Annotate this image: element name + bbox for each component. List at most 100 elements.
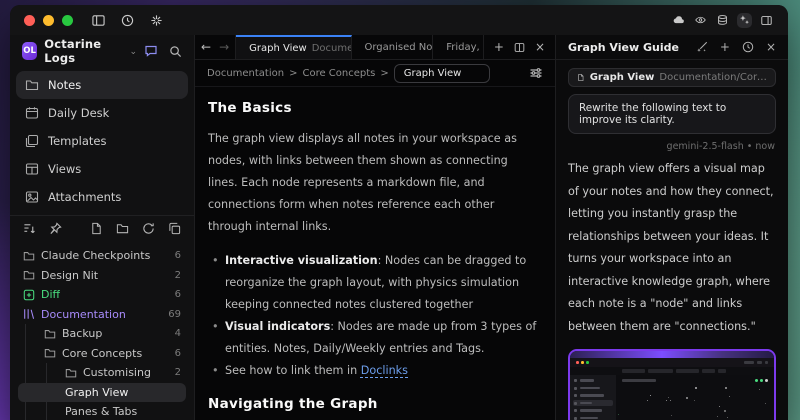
tree-item-backup[interactable]: Backup 4: [18, 324, 186, 344]
file-toolbar: [10, 215, 194, 241]
breadcrumb-part[interactable]: Core Concepts: [302, 68, 375, 79]
tree-item-documentation[interactable]: Documentation 69: [18, 305, 186, 325]
folder-icon: [65, 367, 77, 379]
split-pane-icon[interactable]: [514, 42, 525, 53]
database-icon[interactable]: [715, 13, 730, 28]
forward-icon[interactable]: →: [219, 40, 229, 54]
search-icon[interactable]: [169, 45, 182, 58]
nav-label: Daily Desk: [48, 106, 109, 120]
list-item: Interactive visualization: Nodes can be …: [208, 250, 537, 316]
nav-label: Views: [48, 162, 81, 176]
context-chip[interactable]: Graph View Documentation/Core Concepts: [568, 68, 776, 87]
close-panel-icon[interactable]: ×: [766, 40, 776, 54]
eye-icon[interactable]: [693, 13, 708, 28]
tree-count: 69: [168, 309, 181, 320]
file-icon: [577, 72, 585, 83]
new-folder-icon[interactable]: [116, 222, 129, 235]
ai-assistant-icon[interactable]: [737, 13, 752, 28]
video-mini-tabbar: [570, 367, 774, 375]
bullet-list: Interactive visualization: Nodes can be …: [208, 250, 537, 382]
tree-count: 2: [175, 367, 181, 378]
ai-panel-header: Graph View Guide + ×: [556, 35, 788, 60]
titlebar: [10, 5, 788, 35]
tree-label: Claude Checkpoints: [41, 249, 150, 262]
tree-item-customising[interactable]: Customising 2: [18, 363, 186, 383]
clock-icon[interactable]: [120, 13, 135, 28]
sidebar-item-templates[interactable]: Templates: [16, 127, 188, 155]
close-window-button[interactable]: [24, 15, 35, 26]
diff-icon: [23, 289, 35, 301]
sync-icon[interactable]: [142, 222, 155, 235]
right-panel-toggle-icon[interactable]: [759, 13, 774, 28]
calendar-icon: [25, 106, 39, 120]
new-file-icon[interactable]: [90, 222, 103, 235]
tab-organised-notes[interactable]: Organised Notes ×: [352, 35, 434, 59]
sidebar-item-notes[interactable]: Notes: [16, 71, 188, 99]
sort-icon[interactable]: [23, 222, 36, 235]
new-tab-icon[interactable]: +: [494, 40, 504, 54]
sparkle-wand-icon[interactable]: [696, 41, 708, 53]
sidebar-nav: Notes Daily Desk Templates Views Attachm…: [10, 65, 194, 215]
image-icon: [25, 190, 39, 204]
back-icon[interactable]: ←: [201, 40, 211, 54]
list-item: See how to link them in Doclinks: [208, 360, 537, 382]
sidebar-item-daily-desk[interactable]: Daily Desk: [16, 99, 188, 127]
tree-count: 6: [175, 348, 181, 359]
ai-panel-title: Graph View Guide: [568, 41, 679, 54]
tree-item-diff[interactable]: Diff 6: [18, 285, 186, 305]
ai-response: The graph view offers a visual map of yo…: [568, 158, 776, 338]
new-chat-icon[interactable]: +: [720, 40, 730, 54]
note-title-input[interactable]: [394, 64, 490, 83]
nav-label: Attachments: [48, 190, 121, 204]
app-window: OL Octarine Logs ⌄ Notes: [10, 5, 788, 420]
graph-nodes: [616, 375, 774, 420]
tab-bar: ← → Graph View Documentation × Organised…: [195, 35, 555, 60]
sidebar-item-attachments[interactable]: Attachments: [16, 183, 188, 211]
context-chip-path: Documentation/Core Concepts: [659, 72, 767, 83]
close-pane-icon[interactable]: ×: [535, 40, 545, 54]
tree-label: Panes & Tabs: [65, 405, 137, 418]
sidebar-toggle-icon[interactable]: [91, 13, 106, 28]
breadcrumb-separator: >: [289, 68, 297, 79]
workspace-switcher[interactable]: OL Octarine Logs ⌄: [10, 37, 194, 65]
tree-item-graph-view[interactable]: Graph View: [18, 383, 186, 403]
note-content[interactable]: The Basics The graph view displays all n…: [195, 87, 555, 420]
tree-count: 6: [175, 289, 181, 300]
folder-icon: [23, 269, 35, 281]
chat-icon[interactable]: [144, 44, 158, 58]
video-preview[interactable]: [568, 349, 776, 420]
tree-item-core-concepts[interactable]: Core Concepts 6: [18, 344, 186, 364]
sidebar-item-views[interactable]: Views: [16, 155, 188, 183]
video-mini-titlebar: [570, 358, 774, 367]
maximize-window-button[interactable]: [62, 15, 73, 26]
tab-title: Friday, D: [446, 42, 484, 53]
tree-item-design-nit[interactable]: Design Nit 2: [18, 266, 186, 286]
doclinks-link[interactable]: Doclinks: [361, 364, 408, 377]
duplicate-icon[interactable]: [168, 222, 181, 235]
tree-label: Backup: [62, 327, 102, 340]
video-mini-app: [570, 375, 774, 420]
paragraph: The graph view displays all notes in you…: [208, 128, 537, 238]
tab-friday[interactable]: Friday, D: [433, 35, 484, 59]
list-item: Visual indicators: Nodes are made up fro…: [208, 316, 537, 360]
minimize-window-button[interactable]: [43, 15, 54, 26]
user-message: Rewrite the following text to improve it…: [568, 94, 776, 134]
editor-pane: ← → Graph View Documentation × Organised…: [195, 35, 555, 420]
breadcrumb-part[interactable]: Documentation: [207, 68, 284, 79]
tab-graph-view[interactable]: Graph View Documentation ×: [236, 35, 351, 59]
tree-item-panes-tabs[interactable]: Panes & Tabs: [18, 402, 186, 420]
workspace-avatar: OL: [22, 42, 37, 60]
video-mini-sidebar: [570, 375, 616, 420]
tree-count: 6: [175, 250, 181, 261]
filter-sliders-icon[interactable]: [529, 66, 543, 80]
tree-item-claude-checkpoints[interactable]: Claude Checkpoints 6: [18, 246, 186, 266]
section-heading: Navigating the Graph: [208, 396, 537, 412]
cloud-sync-icon[interactable]: [671, 13, 686, 28]
timestamp: now: [755, 141, 775, 152]
video-graph-canvas: [616, 375, 774, 420]
pin-icon[interactable]: [49, 222, 62, 235]
video-wallpaper-strip: [570, 351, 774, 358]
sparkle-settings-icon[interactable]: [149, 13, 164, 28]
file-tree: Claude Checkpoints 6 Design Nit 2 Diff 6…: [10, 241, 194, 420]
history-icon[interactable]: [742, 41, 754, 53]
